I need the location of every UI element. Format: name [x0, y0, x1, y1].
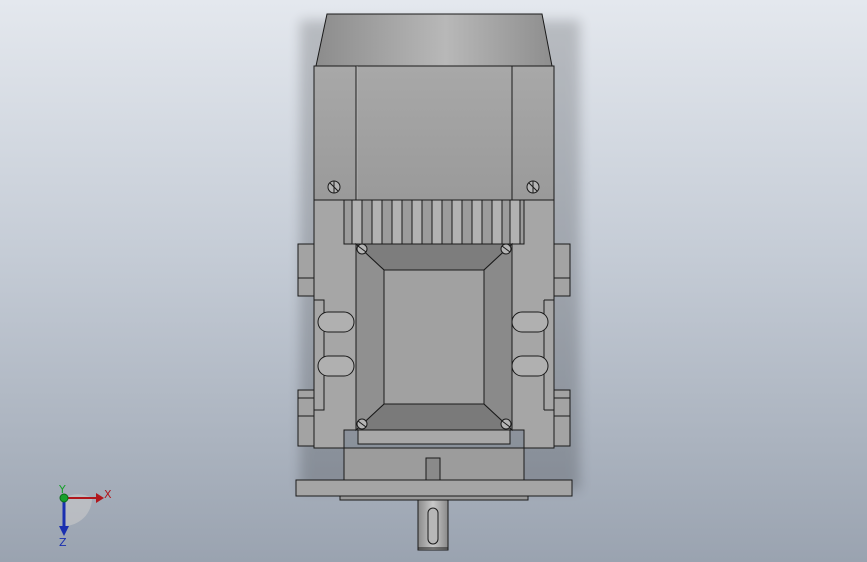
- x-axis-arrow: [96, 493, 104, 503]
- gear-motor-model[interactable]: [0, 0, 867, 562]
- z-axis-label: Z: [59, 536, 67, 548]
- orientation-triad: X Y Z: [58, 483, 112, 548]
- x-axis-label: X: [104, 488, 112, 501]
- y-axis-label: Y: [58, 483, 66, 496]
- z-axis-arrow: [59, 526, 69, 536]
- cad-viewport[interactable]: X Y Z: [0, 0, 867, 562]
